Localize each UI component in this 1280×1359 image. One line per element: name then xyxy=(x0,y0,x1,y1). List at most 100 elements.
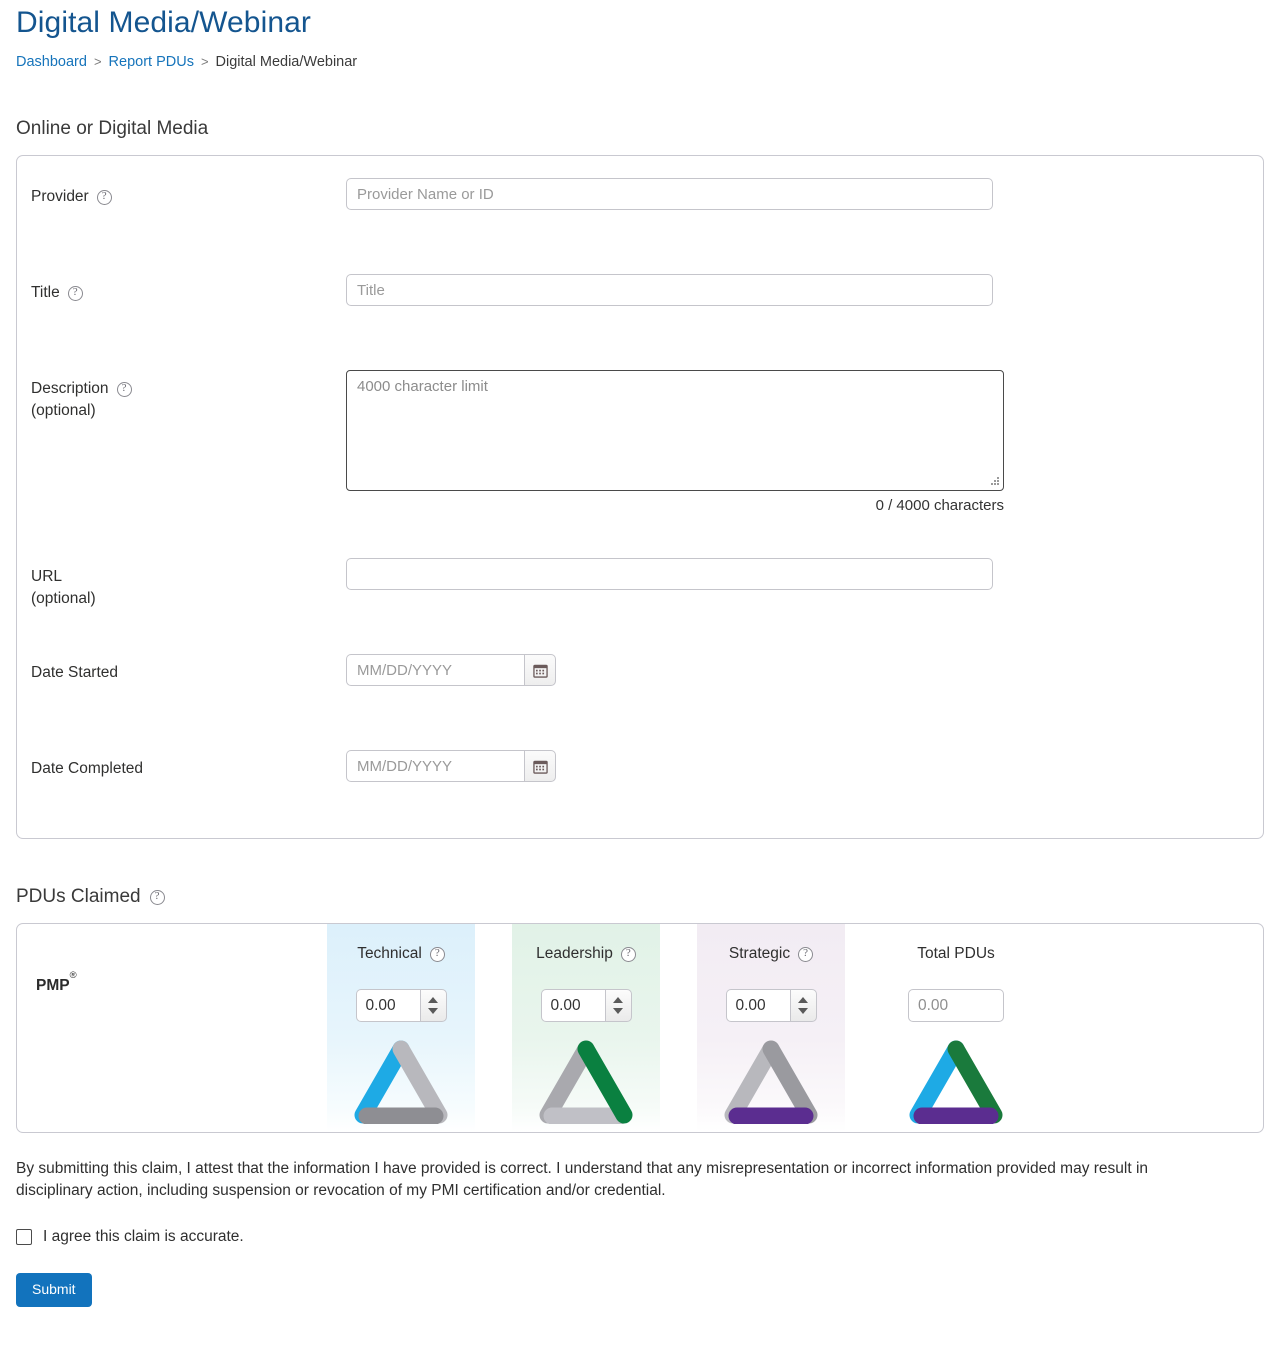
spinner-up-icon[interactable] xyxy=(428,997,438,1003)
total-triangle-wrap xyxy=(902,1040,1010,1129)
title-input[interactable] xyxy=(346,274,993,306)
description-label-optional: (optional) xyxy=(31,402,96,419)
talent-triangle-total-icon xyxy=(909,1040,1003,1125)
leadership-input[interactable] xyxy=(540,989,605,1022)
date-completed-calendar-button[interactable] xyxy=(524,750,556,782)
strategic-input[interactable] xyxy=(725,989,790,1022)
technical-input[interactable] xyxy=(355,989,420,1022)
date-started-input[interactable] xyxy=(346,654,524,686)
date-started-label-col: Date Started xyxy=(31,654,346,684)
pdus-claimed-card: PMP® Technical ? 0.00 Leadership ? 0.00 … xyxy=(16,923,1264,1133)
breadcrumb: Dashboard > Report PDUs > Digital Media/Webi… xyxy=(16,53,1264,71)
question-mark-circle-icon[interactable]: ? xyxy=(149,889,165,905)
description-label-col: Description ? (optional) xyxy=(31,370,346,422)
question-mark-circle-icon[interactable]: ? xyxy=(429,946,445,962)
pdu-column-header-leadership: Leadership ? xyxy=(536,943,636,965)
calendar-icon xyxy=(532,664,548,678)
spinner-up-icon[interactable] xyxy=(613,997,623,1003)
date-started-group xyxy=(346,654,1249,686)
pdu-grid: PMP® Technical ? 0.00 Leadership ? 0.00 … xyxy=(17,924,1263,1132)
date-started-calendar-button[interactable] xyxy=(524,654,556,686)
pdu-row-label-col: PMP® xyxy=(17,924,327,1132)
title-label: Title xyxy=(31,284,60,301)
provider-label-col: Provider ? xyxy=(31,178,346,208)
question-mark-circle-icon[interactable]: ? xyxy=(620,946,636,962)
description-char-counter: 0 / 4000 characters xyxy=(875,497,1004,514)
url-label-col: URL (optional) xyxy=(31,558,346,610)
pdu-column-technical: Technical ? xyxy=(327,924,475,1132)
strategic-stepper xyxy=(725,989,817,1022)
spinner-down-icon[interactable] xyxy=(428,1008,438,1014)
provider-label: Provider xyxy=(31,188,89,205)
breadcrumb-item-report-pdus[interactable]: Report PDUs xyxy=(109,54,194,70)
date-completed-input[interactable] xyxy=(346,750,524,782)
form-row-date-started: Date Started xyxy=(17,654,1263,712)
technical-label: Technical xyxy=(357,945,422,962)
section-heading-pdus-claimed: PDUs Claimed ? xyxy=(16,839,1264,909)
url-label-optional: (optional) xyxy=(31,590,96,607)
title-label-col: Title ? xyxy=(31,274,346,304)
pdu-column-header-technical: Technical ? xyxy=(357,943,445,965)
spinner-up-icon[interactable] xyxy=(798,997,808,1003)
breadcrumb-item-current: Digital Media/Webinar xyxy=(215,54,358,70)
date-completed-field-col xyxy=(346,750,1249,782)
question-mark-circle-icon[interactable]: ? xyxy=(116,381,132,397)
section-heading-online-or-digital-media: Online or Digital Media xyxy=(16,118,209,139)
description-field-col: 0 / 4000 characters xyxy=(346,370,1249,514)
agree-checkbox[interactable] xyxy=(16,1229,32,1245)
provider-input[interactable] xyxy=(346,178,993,210)
form-row-url: URL (optional) xyxy=(17,558,1263,616)
pdu-column-spacer xyxy=(475,924,512,1132)
url-field-col xyxy=(346,558,1249,590)
total-pdus-label: Total PDUs xyxy=(917,945,995,962)
question-mark-circle-icon[interactable]: ? xyxy=(798,946,814,962)
provider-field-col xyxy=(346,178,1249,210)
leadership-spinner-buttons[interactable] xyxy=(604,989,632,1022)
online-digital-media-card: Provider ? Title ? xyxy=(16,155,1264,839)
pdus-claimed-label: PDUs Claimed xyxy=(16,886,141,907)
technical-spinner-buttons[interactable] xyxy=(419,989,447,1022)
attestation-text: By submitting this claim, I attest that … xyxy=(16,1160,1149,1199)
technical-stepper xyxy=(355,989,447,1022)
date-started-label: Date Started xyxy=(31,664,119,681)
question-mark-circle-icon[interactable]: ? xyxy=(67,285,83,301)
url-input[interactable] xyxy=(346,558,993,590)
submit-button[interactable]: Submit xyxy=(16,1273,92,1307)
total-pdus-input xyxy=(908,989,1004,1022)
date-completed-group xyxy=(346,750,1249,782)
talent-triangle-strategic-icon xyxy=(724,1040,818,1125)
strategic-label: Strategic xyxy=(728,945,791,962)
date-completed-label-col: Date Completed xyxy=(31,750,346,780)
bottom-spacer xyxy=(16,1307,1264,1331)
agree-checkbox-label[interactable]: I agree this claim is accurate. xyxy=(43,1228,244,1246)
spinner-down-icon[interactable] xyxy=(798,1008,808,1014)
pdu-column-spacer xyxy=(845,924,882,1132)
description-textarea[interactable] xyxy=(346,370,1004,491)
talent-triangle-leadership-icon xyxy=(539,1040,633,1125)
form-row-date-completed: Date Completed xyxy=(17,750,1263,808)
pdu-column-header-strategic: Strategic ? xyxy=(728,943,814,965)
technical-triangle-wrap xyxy=(347,1040,455,1129)
leadership-triangle-wrap xyxy=(532,1040,640,1129)
title-field-col xyxy=(346,274,1249,306)
breadcrumb-item-dashboard[interactable]: Dashboard xyxy=(16,54,87,70)
talent-triangle-technical-icon xyxy=(354,1040,448,1125)
pdu-column-total: Total PDUs xyxy=(882,924,1030,1132)
form-row-description: Description ? (optional) 0 / 4000 charac… xyxy=(17,370,1263,514)
strategic-triangle-wrap xyxy=(717,1040,825,1129)
agree-checkbox-row: I agree this claim is accurate. xyxy=(16,1228,1264,1246)
question-mark-circle-icon[interactable]: ? xyxy=(96,189,112,205)
leadership-label: Leadership xyxy=(536,945,613,962)
pdu-column-header-total: Total PDUs xyxy=(917,943,995,965)
breadcrumb-separator: > xyxy=(93,54,102,69)
leadership-stepper xyxy=(540,989,632,1022)
url-label: URL xyxy=(31,568,63,585)
spinner-down-icon[interactable] xyxy=(613,1008,623,1014)
date-completed-label: Date Completed xyxy=(31,760,144,777)
strategic-spinner-buttons[interactable] xyxy=(789,989,817,1022)
calendar-icon xyxy=(532,760,548,774)
description-label: Description xyxy=(31,380,109,397)
form-row-provider: Provider ? xyxy=(17,178,1263,236)
form-row-title: Title ? xyxy=(17,274,1263,332)
pdu-column-spacer xyxy=(660,924,697,1132)
